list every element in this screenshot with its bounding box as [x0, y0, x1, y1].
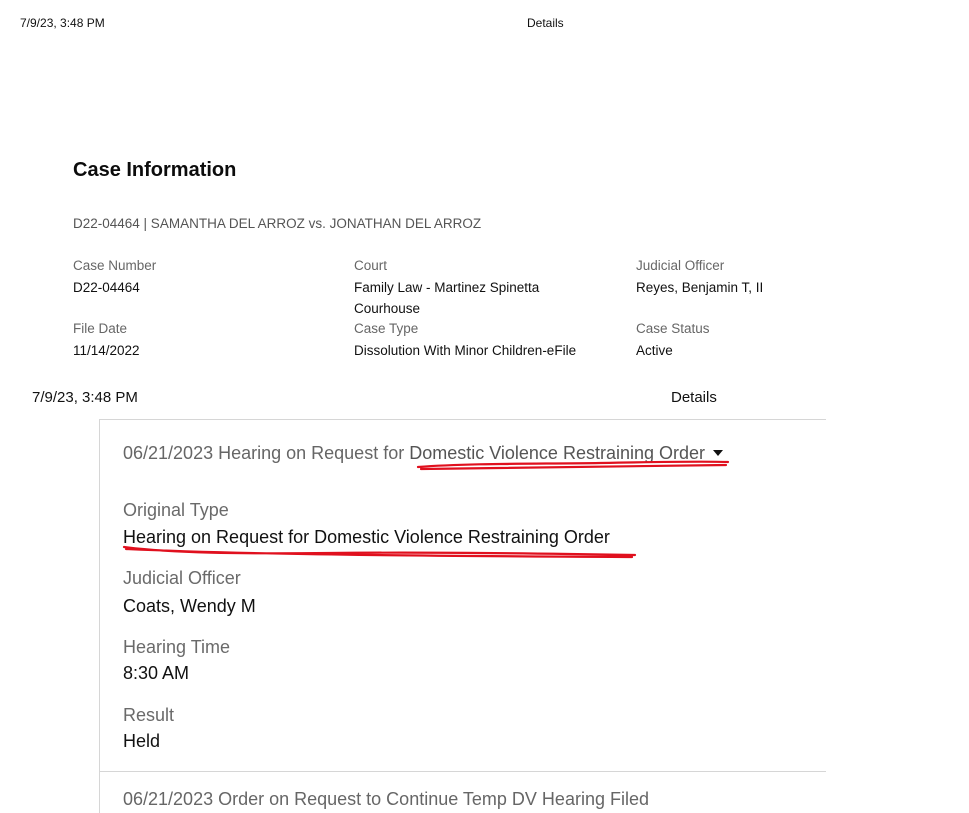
- judicial-officer-value: Reyes, Benjamin T, II: [636, 280, 764, 295]
- card-top-border: [99, 419, 826, 420]
- hearing-header-prefix: 06/21/2023 Hearing on Request for: [123, 443, 410, 463]
- caret-down-icon[interactable]: [713, 450, 723, 456]
- print-header-date-2: 7/9/23, 3:48 PM: [32, 389, 138, 406]
- result-label: Result: [123, 705, 175, 725]
- file-date-value: 11/14/2022: [73, 343, 140, 358]
- hearing-judicial-officer-label: Judicial Officer: [123, 568, 241, 588]
- hearing-header[interactable]: 06/21/2023 Hearing on Request for Domest…: [123, 443, 723, 464]
- result-value: Held: [123, 731, 161, 751]
- court-label: Court: [354, 258, 388, 273]
- court-value-line2: Courhouse: [354, 301, 421, 316]
- hearing-judicial-officer-value: Coats, Wendy M: [123, 596, 256, 616]
- print-header-title-2: Details: [671, 389, 717, 406]
- print-header-date: 7/9/23, 3:48 PM: [20, 16, 105, 30]
- next-event-header[interactable]: 06/21/2023 Order on Request to Continue …: [123, 789, 649, 810]
- red-underline-mark: [122, 545, 637, 559]
- hearing-time-label: Hearing Time: [123, 637, 231, 657]
- judicial-officer-label: Judicial Officer: [636, 258, 725, 273]
- case-type-value: Dissolution With Minor Children-eFile: [354, 343, 577, 358]
- hearing-time-value: 8:30 AM: [123, 663, 190, 683]
- case-number-label: Case Number: [73, 258, 157, 273]
- card-divider: [99, 771, 826, 772]
- court-value-line1: Family Law - Martinez Spinetta: [354, 280, 540, 295]
- case-caption: D22-04464 | SAMANTHA DEL ARROZ vs. JONAT…: [73, 216, 482, 231]
- case-type-label: Case Type: [354, 321, 419, 336]
- original-type-value: Hearing on Request for Domestic Violence…: [123, 527, 610, 547]
- original-type-label: Original Type: [123, 500, 229, 520]
- hearing-type-link[interactable]: Domestic Violence Restraining Order: [409, 443, 705, 463]
- case-information-heading: Case Information: [73, 159, 237, 181]
- card-left-border: [99, 419, 100, 813]
- case-status-value: Active: [636, 343, 673, 358]
- case-number-value: D22-04464: [73, 280, 140, 295]
- annotation-layer: [122, 460, 730, 559]
- file-date-label: File Date: [73, 321, 128, 336]
- case-status-label: Case Status: [636, 321, 710, 336]
- print-header-title: Details: [527, 16, 564, 30]
